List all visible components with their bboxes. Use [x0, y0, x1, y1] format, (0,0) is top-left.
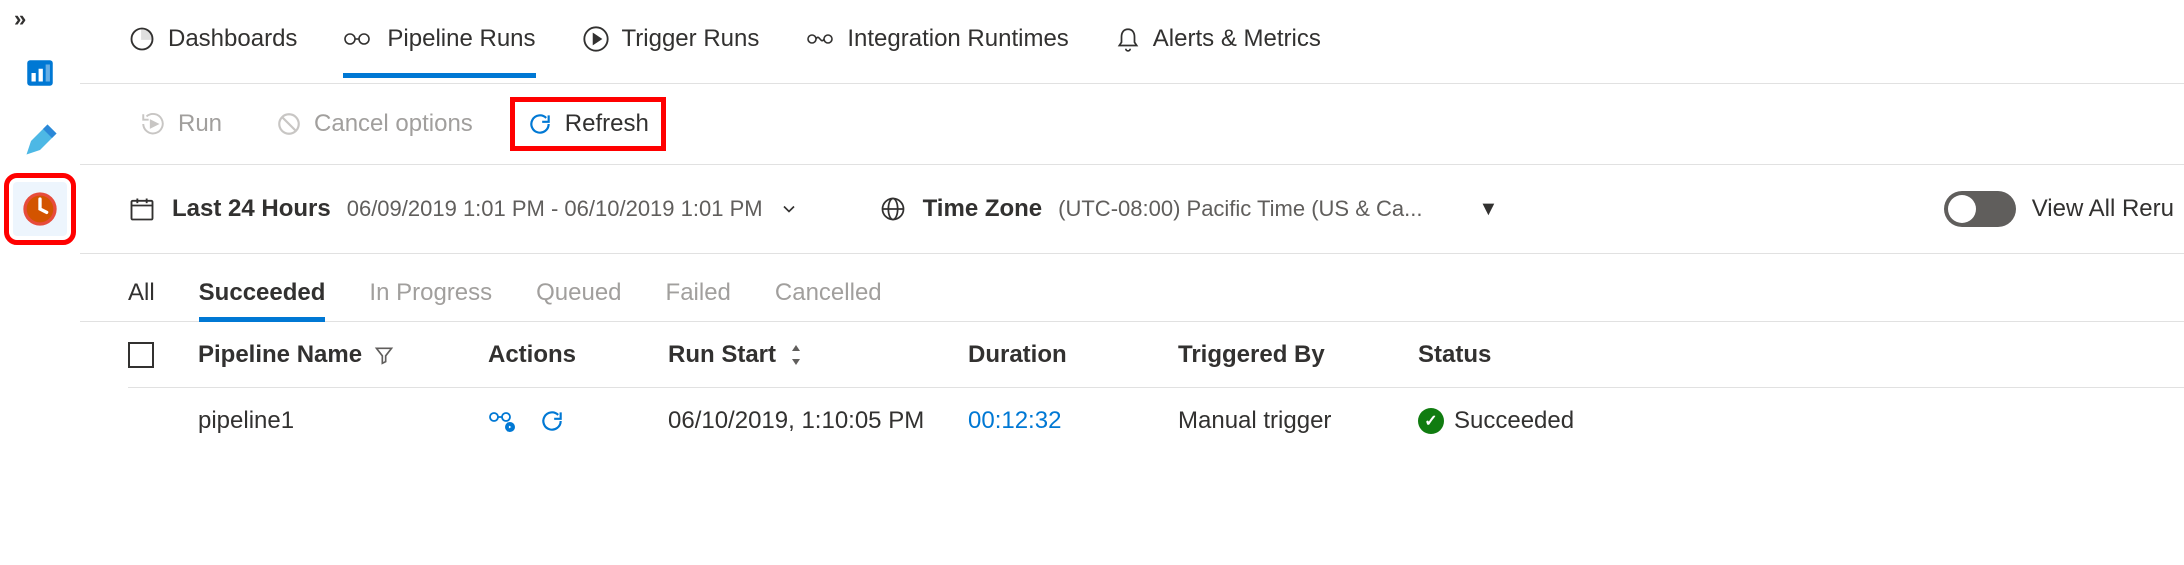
main-content: Dashboards Pipeline Runs Trigger Runs In…	[80, 0, 2184, 565]
filter-bar: Last 24 Hours 06/09/2019 1:01 PM - 06/10…	[80, 165, 2184, 254]
nav-monitor-icon[interactable]	[13, 182, 67, 236]
tab-alerts-metrics[interactable]: Alerts & Metrics	[1115, 25, 1321, 77]
globe-icon	[879, 195, 907, 223]
table-header-row: Pipeline Name Actions Run Start Duration…	[128, 322, 2184, 388]
cancel-icon	[276, 111, 302, 137]
time-range-label: Last 24 Hours	[172, 195, 331, 223]
header-status: Status	[1418, 341, 1491, 369]
left-sidebar: »	[0, 0, 80, 565]
tab-trigger-runs-label: Trigger Runs	[622, 25, 760, 53]
status-tab-in-progress[interactable]: In Progress	[369, 279, 492, 321]
cancel-options-button[interactable]: Cancel options	[264, 102, 485, 146]
view-all-reruns-label: View All Reru	[2032, 195, 2174, 223]
table-row[interactable]: pipeline1 06/10/2019, 1:10:05 PM 00:12:3…	[128, 388, 2184, 454]
trigger-runs-icon	[582, 25, 610, 53]
time-range-filter[interactable]: Last 24 Hours 06/09/2019 1:01 PM - 06/10…	[128, 195, 799, 223]
header-run-start[interactable]: Run Start	[668, 341, 776, 369]
run-button[interactable]: Run	[128, 102, 234, 146]
tab-pipeline-runs-label: Pipeline Runs	[387, 25, 535, 53]
header-triggered-by: Triggered By	[1178, 341, 1325, 368]
view-activity-runs-icon[interactable]	[488, 408, 518, 434]
run-label: Run	[178, 110, 222, 138]
dropdown-caret-icon: ▼	[1478, 198, 1498, 221]
tab-dashboards-label: Dashboards	[168, 25, 297, 53]
status-tab-failed[interactable]: Failed	[666, 279, 731, 321]
sort-icon[interactable]	[788, 345, 804, 365]
status-tab-succeeded[interactable]: Succeeded	[199, 279, 326, 321]
rerun-icon[interactable]	[538, 408, 566, 434]
expand-sidebar-button[interactable]: »	[14, 6, 27, 32]
alerts-icon	[1115, 25, 1141, 53]
nav-author-icon[interactable]	[13, 114, 67, 168]
refresh-icon	[527, 111, 553, 137]
time-zone-label: Time Zone	[923, 195, 1043, 223]
pipeline-runs-icon	[343, 25, 375, 53]
status-tab-all[interactable]: All	[128, 279, 155, 321]
action-toolbar: Run Cancel options Refresh	[80, 84, 2184, 165]
filter-icon[interactable]	[374, 345, 394, 365]
run-icon	[140, 111, 166, 137]
integration-runtimes-icon	[805, 25, 835, 53]
status-tab-queued[interactable]: Queued	[536, 279, 621, 321]
tab-dashboards[interactable]: Dashboards	[128, 25, 297, 77]
chevron-down-icon	[779, 199, 799, 219]
refresh-label: Refresh	[565, 110, 649, 138]
pipeline-runs-table: Pipeline Name Actions Run Start Duration…	[80, 322, 2184, 454]
tab-trigger-runs[interactable]: Trigger Runs	[582, 25, 760, 77]
refresh-button[interactable]: Refresh	[515, 102, 661, 146]
monitor-tabs: Dashboards Pipeline Runs Trigger Runs In…	[80, 0, 2184, 84]
time-zone-filter[interactable]: Time Zone (UTC-08:00) Pacific Time (US &…	[879, 195, 1499, 223]
success-icon	[1418, 408, 1444, 434]
dashboards-icon	[128, 25, 156, 53]
status-filter-tabs: All Succeeded In Progress Queued Failed …	[80, 254, 2184, 322]
cell-pipeline-name[interactable]: pipeline1	[198, 407, 294, 435]
calendar-icon	[128, 195, 156, 223]
cell-run-start: 06/10/2019, 1:10:05 PM	[668, 407, 924, 435]
tab-integration-runtimes-label: Integration Runtimes	[847, 25, 1068, 53]
tab-alerts-metrics-label: Alerts & Metrics	[1153, 25, 1321, 53]
select-all-checkbox[interactable]	[128, 342, 154, 368]
tab-pipeline-runs[interactable]: Pipeline Runs	[343, 25, 535, 77]
status-tab-cancelled[interactable]: Cancelled	[775, 279, 882, 321]
cell-triggered-by: Manual trigger	[1178, 407, 1331, 434]
tab-integration-runtimes[interactable]: Integration Runtimes	[805, 25, 1068, 77]
cell-status: Succeeded	[1454, 407, 1574, 435]
view-all-reruns-toggle[interactable]	[1944, 191, 2016, 227]
view-all-reruns-toggle-group: View All Reru	[1944, 191, 2174, 227]
cell-duration[interactable]: 00:12:32	[968, 407, 1061, 434]
time-range-value: 06/09/2019 1:01 PM - 06/10/2019 1:01 PM	[347, 196, 763, 222]
header-actions: Actions	[488, 341, 576, 369]
header-duration: Duration	[968, 341, 1067, 368]
nav-overview-icon[interactable]	[13, 46, 67, 100]
cancel-options-label: Cancel options	[314, 110, 473, 138]
header-pipeline-name[interactable]: Pipeline Name	[198, 341, 362, 369]
time-zone-value: (UTC-08:00) Pacific Time (US & Ca...	[1058, 196, 1422, 222]
